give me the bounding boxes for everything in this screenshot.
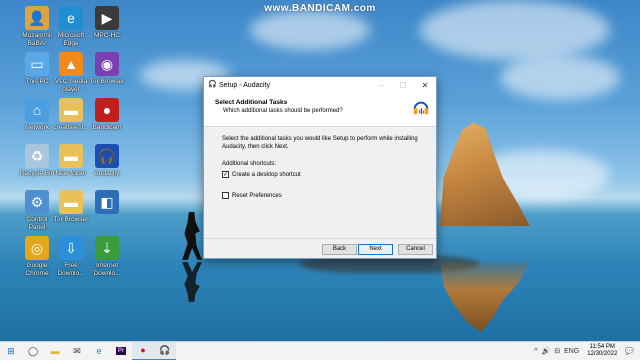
folder-icon: ▬ xyxy=(59,98,83,122)
folder-icon: ▬ xyxy=(59,144,83,168)
clock-time: 11:54 PM xyxy=(589,344,615,350)
show-hidden-icons-icon[interactable]: ^ xyxy=(534,348,537,355)
dialog-subheading: Which additional tasks should be perform… xyxy=(223,108,343,114)
taskbar-search-icon[interactable]: ◯ xyxy=(22,342,44,360)
taskbar-start-icon[interactable]: ⊞ xyxy=(0,342,22,360)
checkbox-box[interactable]: ✓ xyxy=(222,171,229,178)
idm-icon: ⇣ xyxy=(95,236,119,260)
checkbox-label: Create a desktop shortcut xyxy=(232,171,301,178)
speaker-icon[interactable]: 🔊 xyxy=(541,347,550,355)
audacity-logo-icon xyxy=(413,101,429,115)
desktop-icon-ssc[interactable]: ◧ xyxy=(84,190,130,216)
desktop-icon-label: Internet Downlo... xyxy=(93,262,121,277)
edge-icon: e xyxy=(59,6,83,30)
system-tray: ^ 🔊 ⊟ ENG 11:54 PM 12/30/2022 💬 xyxy=(532,342,640,360)
wallpaper-runner-silhouette xyxy=(182,212,202,260)
app-icon: ◧ xyxy=(95,190,119,214)
taskbar-premiere-icon[interactable]: Pr xyxy=(110,342,132,360)
taskbar-file-explorer-icon[interactable]: ▬ xyxy=(44,342,66,360)
taskbar-bandicam-icon[interactable]: ● xyxy=(132,341,154,360)
tor-icon: ◉ xyxy=(95,52,119,76)
wallpaper-runner-reflection xyxy=(182,262,202,302)
vlc-icon: ▲ xyxy=(59,52,83,76)
checkbox-box[interactable] xyxy=(222,192,229,199)
desktop-icon-label: Tor Browser xyxy=(89,78,125,85)
desktop-icon-label: Bandicam xyxy=(92,124,122,131)
dialog-footer: Back Next Cancel xyxy=(204,238,436,258)
desktop-icon-label: Audacity xyxy=(94,170,120,177)
dialog-title: Setup - Audacity xyxy=(219,81,270,89)
wallpaper-cloud xyxy=(500,55,620,100)
checkbox-label: Reset Preferences xyxy=(232,192,282,199)
desktop-icon-bandicam[interactable]: ● Bandicam xyxy=(84,98,130,132)
clock-date: 12/30/2022 xyxy=(587,351,618,357)
clock[interactable]: 11:54 PM 12/30/2022 xyxy=(587,344,617,358)
desktop-icon-label: MPC-HC xyxy=(94,32,120,39)
taskbar-apps: ⊞ ◯ ▬ ✉ e Pr ● 🎧 xyxy=(0,341,176,360)
user-folder-icon: 👤 xyxy=(25,6,49,30)
folder-icon: ▬ xyxy=(59,190,83,214)
wallpaper-cloud xyxy=(250,10,370,50)
mpc-hc-icon: ▶ xyxy=(95,6,119,30)
desktop-icon-idm[interactable]: ⇣ Internet Downlo... xyxy=(84,236,130,277)
notifications-icon[interactable]: 💬 xyxy=(625,347,634,355)
dialog-heading: Select Additional Tasks xyxy=(215,99,288,106)
language-indicator[interactable]: ENG xyxy=(564,348,579,355)
network-icon: ⌂ xyxy=(25,98,49,122)
desktop-icon-torbrowser1[interactable]: ◉ Tor Browser xyxy=(84,52,130,86)
reset-preferences-checkbox[interactable]: Reset Preferences xyxy=(222,192,425,199)
recycle-bin-icon: ♻ xyxy=(25,144,49,168)
dialog-body: Select the additional tasks you would li… xyxy=(204,127,436,199)
wallpaper-cliff-reflection xyxy=(439,262,530,332)
taskbar-audacity-icon[interactable]: 🎧 xyxy=(154,341,176,360)
next-button[interactable]: Next xyxy=(358,244,393,255)
download-icon: ⇩ xyxy=(59,236,83,260)
audacity-icon: 🎧 xyxy=(95,144,119,168)
desktop-icon-mpchc[interactable]: ▶ MPC-HC xyxy=(84,6,130,40)
computer-icon: ▭ xyxy=(25,52,49,76)
cancel-button[interactable]: Cancel xyxy=(398,244,433,255)
back-button[interactable]: Back xyxy=(322,244,357,255)
dialog-description: Select the additional tasks you would li… xyxy=(222,136,418,150)
minimize-button[interactable]: – xyxy=(370,77,392,93)
desktop-shortcut-checkbox[interactable]: ✓ Create a desktop shortcut xyxy=(222,171,425,178)
dialog-titlebar[interactable]: 🎧 Setup - Audacity – ☐ ✕ xyxy=(204,77,436,93)
taskbar-edge-icon[interactable]: e xyxy=(88,342,110,360)
taskbar: ⊞ ◯ ▬ ✉ e Pr ● 🎧 ^ 🔊 ⊟ ENG 11:54 PM 12/30/2022 … xyxy=(0,341,640,360)
taskbar-mail-icon[interactable]: ✉ xyxy=(66,342,88,360)
control-panel-icon: ⚙ xyxy=(25,190,49,214)
desktop-icon-audacity[interactable]: 🎧 Audacity xyxy=(84,144,130,178)
audacity-headphones-icon: 🎧 xyxy=(208,81,217,88)
additional-shortcuts-label: Additional shortcuts: xyxy=(222,161,277,167)
network-icon[interactable]: ⊟ xyxy=(554,347,560,355)
desktop-icon-label: Tor Browser xyxy=(53,216,89,223)
maximize-button[interactable]: ☐ xyxy=(392,77,414,93)
close-button[interactable]: ✕ xyxy=(414,77,436,93)
chrome-icon: ◎ xyxy=(25,236,49,260)
dialog-header: Select Additional Tasks Which additional… xyxy=(204,93,436,127)
bandicam-icon: ● xyxy=(95,98,119,122)
setup-dialog: 🎧 Setup - Audacity – ☐ ✕ Select Addition… xyxy=(203,76,437,259)
